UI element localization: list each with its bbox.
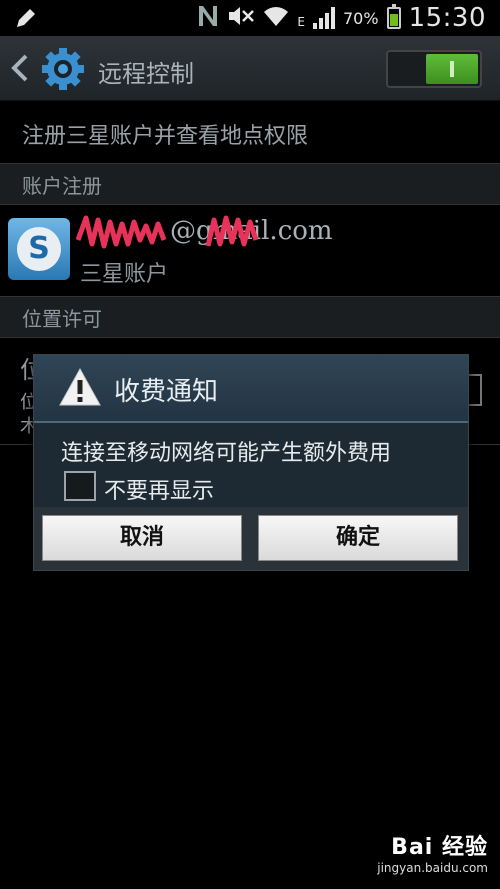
dialog-button-bar: 取消 确定	[34, 507, 468, 570]
dialog-title-bar: 收费通知	[34, 355, 468, 423]
account-type: 三星账户	[80, 262, 169, 287]
dialog-message: 连接至移动网络可能产生额外费用	[61, 441, 392, 466]
battery-percent: 70%	[343, 8, 379, 28]
baidu-jingyan-watermark: Bai 经验 jingyan.baidu.com	[377, 829, 488, 875]
signal-icon	[313, 7, 335, 29]
samsung-account-icon: S	[8, 218, 70, 280]
pencil-icon	[14, 6, 38, 34]
section-location-label: 位置许可	[22, 307, 102, 331]
battery-icon	[386, 4, 401, 29]
charge-notice-dialog: 收费通知 连接至移动网络可能产生额外费用 不要再显示 取消 确定	[33, 354, 469, 571]
remote-control-toggle[interactable]	[386, 50, 482, 88]
dialog-body: 连接至移动网络可能产生额外费用 不要再显示	[34, 423, 468, 507]
section-header-account: 账户注册	[0, 163, 500, 205]
action-bar: 远程控制	[0, 36, 500, 101]
cancel-button[interactable]: 取消	[42, 515, 242, 561]
section-header-location: 位置许可	[0, 296, 500, 338]
dont-show-again-checkbox[interactable]	[64, 471, 96, 501]
dialog-title: 收费通知	[114, 377, 219, 407]
clock: 15:30	[408, 3, 486, 33]
back-arrow-icon[interactable]	[10, 54, 30, 82]
status-bar: E 70% 15:30	[0, 0, 500, 36]
gear-icon	[40, 46, 86, 92]
nfc-icon	[197, 4, 219, 32]
wifi-icon	[263, 5, 289, 31]
watermark-main: Bai 经验	[391, 835, 488, 860]
confirm-button[interactable]: 确定	[258, 515, 458, 561]
watermark-url: jingyan.baidu.com	[377, 861, 488, 875]
page-title: 远程控制	[98, 60, 194, 88]
redaction-scribble	[76, 215, 259, 249]
register-permission-item[interactable]: 注册三星账户并查看地点权限	[22, 118, 308, 150]
network-type-label: E	[297, 15, 305, 29]
warning-icon	[58, 367, 102, 407]
section-account-label: 账户注册	[22, 174, 102, 198]
dont-show-again-label[interactable]: 不要再显示	[104, 473, 214, 505]
mute-icon	[227, 5, 255, 31]
